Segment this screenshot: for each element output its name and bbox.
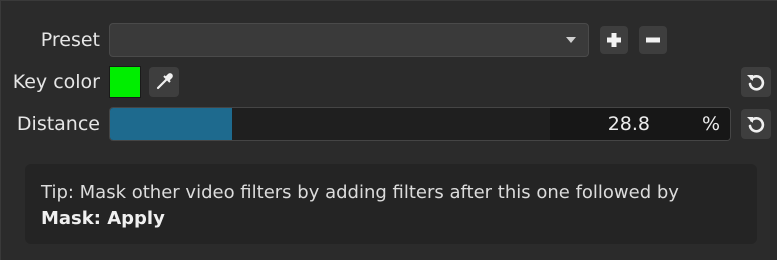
preset-label: Preset	[40, 29, 100, 51]
key-color-label: Key color	[12, 71, 100, 93]
tip-bold-text: Mask: Apply	[41, 208, 165, 229]
key-color-reset-button[interactable]	[741, 67, 771, 97]
undo-icon	[747, 75, 765, 91]
plus-icon	[607, 33, 621, 47]
tip-text: Tip: Mask other video filters by adding …	[41, 182, 679, 203]
distance-unit: %	[701, 113, 720, 135]
key-color-swatch[interactable]	[109, 66, 141, 98]
preset-combobox[interactable]	[109, 23, 589, 57]
distance-value[interactable]: 28.8	[608, 113, 650, 135]
minus-icon	[646, 37, 660, 43]
distance-label: Distance	[16, 113, 100, 135]
color-picker-button[interactable]	[149, 67, 179, 97]
distance-slider[interactable]: 28.8 %	[109, 107, 731, 141]
filter-panel: Preset Key color Distance 28.8 % Tip: Ma…	[0, 0, 777, 260]
undo-icon	[747, 117, 765, 133]
add-preset-button[interactable]	[600, 26, 628, 54]
distance-slider-fill	[110, 108, 233, 140]
eyedropper-icon	[156, 73, 173, 90]
remove-preset-button[interactable]	[639, 26, 667, 54]
tip-box: Tip: Mask other video filters by adding …	[25, 164, 757, 244]
distance-reset-button[interactable]	[741, 109, 771, 139]
chevron-down-icon	[566, 37, 576, 43]
